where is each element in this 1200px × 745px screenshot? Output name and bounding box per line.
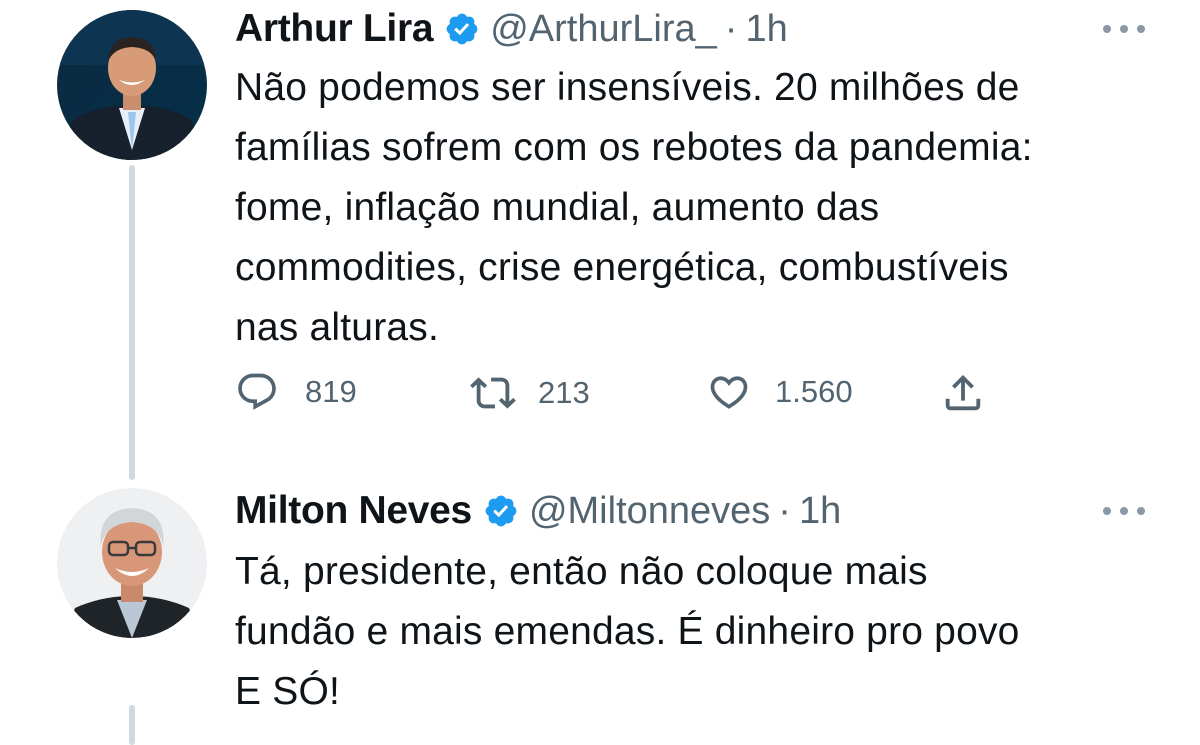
- avatar[interactable]: [57, 488, 207, 638]
- verified-badge-icon: [483, 493, 519, 529]
- reply-icon: [238, 373, 276, 410]
- tweet-actions: 819 213 1.560: [235, 370, 1005, 416]
- verified-badge-icon: [444, 11, 480, 47]
- tweet-milton-neves[interactable]: Milton Neves @Miltonneves · 1h Tá, presi…: [0, 480, 1200, 745]
- user-handle[interactable]: @ArthurLira_: [490, 8, 717, 51]
- reply-button[interactable]: 819: [235, 370, 357, 414]
- like-count: 1.560: [775, 374, 853, 409]
- reply-count: 819: [305, 374, 357, 409]
- user-handle[interactable]: @Miltonneves: [529, 490, 770, 533]
- display-name[interactable]: Milton Neves: [235, 489, 472, 533]
- separator-dot: ·: [778, 489, 791, 532]
- retweet-icon: [470, 377, 516, 409]
- timestamp[interactable]: 1h: [745, 8, 787, 51]
- tweet-text: Tá, presidente, então não coloque mais f…: [235, 550, 1020, 713]
- timestamp[interactable]: 1h: [799, 490, 841, 533]
- retweet-count: 213: [538, 375, 590, 410]
- tweet-arthur-lira[interactable]: Arthur Lira @ArthurLira_ · 1h Não podemo…: [0, 0, 1200, 480]
- retweet-button[interactable]: 213: [470, 370, 590, 416]
- share-button[interactable]: [940, 370, 986, 416]
- thread-connector-line: [129, 165, 135, 480]
- separator-dot: ·: [724, 7, 738, 50]
- more-options-icon[interactable]: [1103, 505, 1145, 517]
- share-icon: [945, 374, 981, 411]
- tweet-text: Não podemos ser insensíveis. 20 milhões …: [235, 66, 1033, 349]
- avatar[interactable]: [57, 10, 207, 160]
- tweet-header: Milton Neves @Miltonneves · 1h: [235, 486, 841, 536]
- thread-connector-line: [129, 705, 135, 745]
- tweet-header: Arthur Lira @ArthurLira_ · 1h: [235, 4, 788, 54]
- more-options-icon[interactable]: [1103, 23, 1145, 35]
- like-button[interactable]: 1.560: [707, 370, 853, 414]
- display-name[interactable]: Arthur Lira: [235, 7, 434, 51]
- like-icon: [710, 376, 748, 409]
